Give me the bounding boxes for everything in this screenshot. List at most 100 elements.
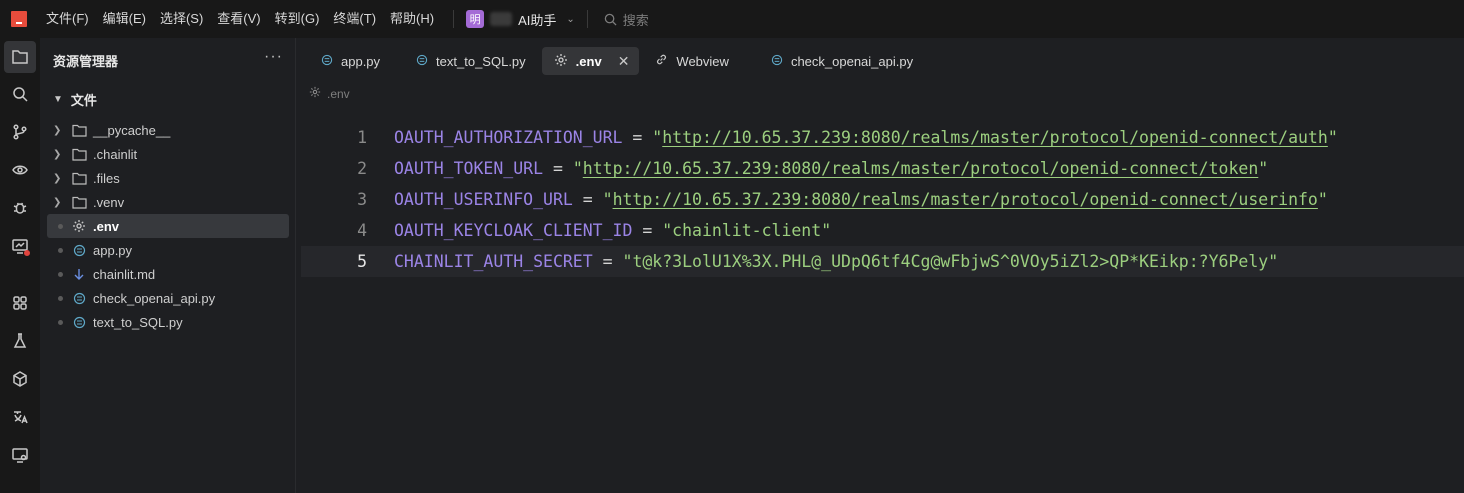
- menu-terminal[interactable]: 终端(T): [326, 0, 383, 38]
- line-number: 5: [357, 252, 367, 271]
- flask-icon: [13, 333, 27, 348]
- equals-sign: =: [592, 252, 623, 271]
- tree-item-app-py[interactable]: app.py: [47, 238, 289, 262]
- file-dot: [53, 295, 67, 301]
- tab-label: app.py: [341, 53, 381, 69]
- markdown-down-arrow-icon: [71, 266, 87, 282]
- line-number: 1: [357, 128, 367, 147]
- tree-item-check-openai-api[interactable]: check_openai_api.py: [47, 286, 289, 310]
- close-icon[interactable]: ✕: [618, 53, 630, 70]
- extensions-button[interactable]: [4, 287, 36, 319]
- extensions-icon: [13, 296, 27, 310]
- assistant-avatar: 明: [466, 10, 485, 28]
- quote: ": [602, 190, 613, 209]
- gear-icon: [554, 53, 568, 70]
- tree-item-chainlit-md[interactable]: chainlit.md: [47, 262, 289, 286]
- workspace-folder-label: 文件: [70, 93, 97, 108]
- more-actions-icon[interactable]: ···: [264, 48, 283, 66]
- modified-dot: [53, 223, 67, 229]
- tree-item-env[interactable]: .env: [47, 214, 289, 238]
- workspace-folder[interactable]: ▼ 文件: [53, 90, 97, 109]
- equals-sign: =: [543, 159, 573, 178]
- python-icon: [771, 54, 783, 69]
- env-value-url[interactable]: http://10.65.37.239:8080/realms/master/p…: [583, 159, 1259, 178]
- env-key: CHAINLIT_AUTH_SECRET: [394, 252, 593, 271]
- tree-item-pycache[interactable]: ❯ __pycache__: [47, 118, 289, 142]
- assistant-label: AI助手: [518, 12, 557, 28]
- quote: ": [1268, 252, 1279, 271]
- python-icon: [416, 54, 428, 69]
- tree-item-chainlit-folder[interactable]: ❯ .chainlit: [47, 142, 289, 166]
- folder-icon: [71, 146, 87, 162]
- translate-icon: [14, 411, 28, 424]
- python-icon: [71, 290, 87, 306]
- quote: ": [622, 252, 633, 271]
- debug-button[interactable]: [4, 192, 36, 224]
- run-extension-button[interactable]: [4, 230, 36, 262]
- env-key: OAUTH_TOKEN_URL: [394, 159, 544, 178]
- env-key: OAUTH_AUTHORIZATION_URL: [394, 128, 623, 147]
- menu-selection[interactable]: 选择(S): [153, 0, 210, 38]
- quote: ": [662, 221, 673, 240]
- tab-bar: app.py text_to_SQL.py .env ✕ Webview che…: [301, 38, 1464, 84]
- tab-env[interactable]: .env ✕: [541, 47, 640, 75]
- code-line-current: 5 CHAINLIT_AUTH_SECRET = " t@k?3LolU1X%3X…: [301, 246, 1464, 277]
- deploy-button[interactable]: [4, 363, 36, 395]
- menu-go[interactable]: 转到(G): [268, 0, 327, 38]
- translate-button[interactable]: [4, 401, 36, 433]
- file-dot: [53, 247, 67, 253]
- explorer-title: 资源管理器: [53, 54, 119, 69]
- line-number: 2: [357, 159, 367, 178]
- divider: [586, 10, 588, 28]
- tree-item-label: app.py: [93, 242, 133, 258]
- env-value-url[interactable]: http://10.65.37.239:8080/realms/master/p…: [662, 128, 1328, 147]
- tree-item-label: .files: [93, 170, 120, 186]
- tree-item-venv-folder[interactable]: ❯ .venv: [47, 190, 289, 214]
- ai-assistant-button[interactable]: 明 AI助手 ⌄: [466, 10, 575, 29]
- menu-view[interactable]: 查看(V): [210, 0, 267, 38]
- file-dot: [53, 319, 67, 325]
- source-control-icon: [13, 124, 27, 140]
- tree-item-label: .chainlit: [93, 146, 138, 162]
- testing-button[interactable]: [4, 325, 36, 357]
- tab-text-to-sql[interactable]: text_to_SQL.py: [396, 47, 542, 75]
- notification-dot: [24, 250, 30, 256]
- tree-item-label: text_to_SQL.py: [93, 314, 183, 330]
- tree-item-label: .env: [93, 218, 120, 234]
- env-value-url[interactable]: http://10.65.37.239:8080/realms/master/p…: [613, 190, 1318, 209]
- breadcrumb[interactable]: .env: [309, 86, 350, 101]
- remote-button[interactable]: [4, 439, 36, 471]
- env-value: t@k?3LolU1X%3X.PHL@_UDpQ6tf4Cg@wFbjwS^0V…: [632, 252, 1269, 271]
- tab-app-py[interactable]: app.py: [301, 47, 396, 75]
- menu-file[interactable]: 文件(F): [39, 0, 96, 38]
- search-icon: [13, 87, 28, 102]
- search-placeholder: 搜索: [622, 12, 649, 28]
- tab-check-openai-api[interactable]: check_openai_api.py: [745, 47, 929, 75]
- code-line: 4 OAUTH_KEYCLOAK_CLIENT_ID = " chainlit-c…: [301, 215, 1464, 246]
- files-icon: [12, 50, 28, 64]
- source-control-button[interactable]: [4, 116, 36, 148]
- tree-item-label: chainlit.md: [93, 266, 156, 282]
- quote: ": [652, 128, 663, 147]
- python-icon: [71, 242, 87, 258]
- search-view-button[interactable]: [4, 78, 36, 110]
- link-icon: [655, 53, 668, 69]
- tree-item-label: check_openai_api.py: [93, 290, 216, 306]
- code-editor[interactable]: 1 OAUTH_AUTHORIZATION_URL = " http://10.6…: [301, 122, 1464, 277]
- chevron-down-icon: ▼: [53, 94, 63, 105]
- menu-help[interactable]: 帮助(H): [383, 0, 441, 38]
- code-line: 3 OAUTH_USERINFO_URL = " http://10.65.37.…: [301, 184, 1464, 215]
- chevron-right-icon: ❯: [53, 124, 62, 136]
- tab-webview[interactable]: Webview: [639, 47, 745, 75]
- explorer-button[interactable]: [4, 41, 36, 73]
- explorer-panel: 资源管理器 ··· ▼ 文件 ❯ __pycache__ ❯ .chainlit…: [40, 38, 296, 493]
- editor-area: app.py text_to_SQL.py .env ✕ Webview che…: [301, 38, 1464, 493]
- tree-item-files-folder[interactable]: ❯ .files: [47, 166, 289, 190]
- gear-icon: [71, 218, 87, 234]
- remote-explorer-button[interactable]: [4, 154, 36, 186]
- menu-edit[interactable]: 编辑(E): [96, 0, 153, 38]
- tree-item-text-to-sql[interactable]: text_to_SQL.py: [47, 310, 289, 334]
- line-number: 3: [357, 190, 367, 209]
- search-box[interactable]: 搜索: [604, 10, 649, 29]
- python-icon: [321, 54, 333, 69]
